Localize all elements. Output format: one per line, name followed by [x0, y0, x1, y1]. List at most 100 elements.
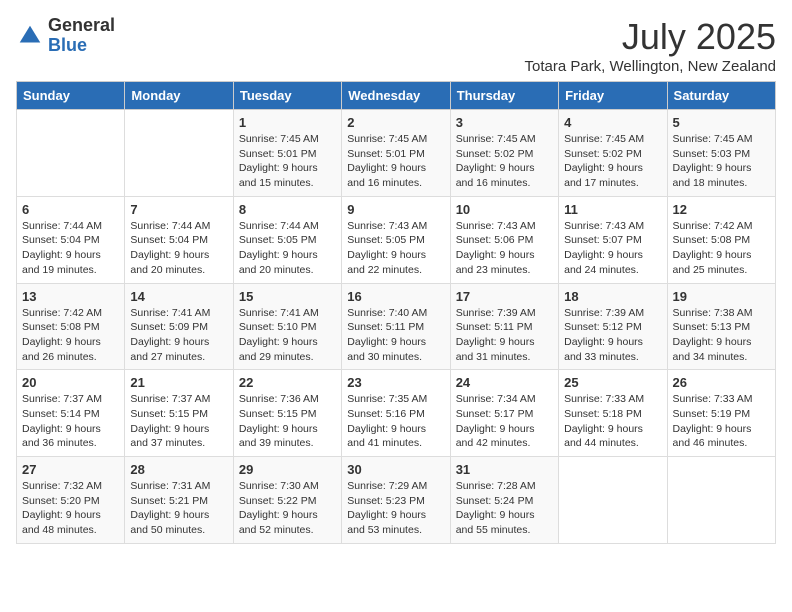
day-number: 17	[456, 289, 553, 304]
day-content: Sunrise: 7:45 AM Sunset: 5:03 PM Dayligh…	[673, 132, 770, 191]
title-block: July 2025 Totara Park, Wellington, New Z…	[524, 16, 776, 75]
calendar-cell: 1 Sunrise: 7:45 AM Sunset: 5:01 PM Daylig…	[233, 110, 341, 197]
day-number: 27	[22, 462, 119, 477]
day-number: 23	[347, 375, 444, 390]
weekday-header: Monday	[125, 82, 233, 110]
day-content: Sunrise: 7:44 AM Sunset: 5:04 PM Dayligh…	[130, 219, 227, 278]
day-content: Sunrise: 7:45 AM Sunset: 5:01 PM Dayligh…	[347, 132, 444, 191]
weekday-header: Wednesday	[342, 82, 450, 110]
day-number: 6	[22, 202, 119, 217]
logo: General Blue	[16, 16, 115, 56]
weekday-header: Tuesday	[233, 82, 341, 110]
day-number: 20	[22, 375, 119, 390]
calendar-cell: 24 Sunrise: 7:34 AM Sunset: 5:17 PM Dayli…	[450, 370, 558, 457]
day-number: 8	[239, 202, 336, 217]
day-content: Sunrise: 7:45 AM Sunset: 5:02 PM Dayligh…	[456, 132, 553, 191]
day-number: 12	[673, 202, 770, 217]
day-content: Sunrise: 7:35 AM Sunset: 5:16 PM Dayligh…	[347, 392, 444, 451]
calendar-cell: 17 Sunrise: 7:39 AM Sunset: 5:11 PM Dayli…	[450, 283, 558, 370]
logo-text: General Blue	[48, 16, 115, 56]
day-number: 1	[239, 115, 336, 130]
day-number: 30	[347, 462, 444, 477]
calendar-cell: 7 Sunrise: 7:44 AM Sunset: 5:04 PM Daylig…	[125, 196, 233, 283]
day-content: Sunrise: 7:34 AM Sunset: 5:17 PM Dayligh…	[456, 392, 553, 451]
calendar-week-row: 13Sunrise: 7:42 AM Sunset: 5:08 PM Dayli…	[17, 283, 776, 370]
day-content: Sunrise: 7:39 AM Sunset: 5:12 PM Dayligh…	[564, 306, 661, 365]
day-content: Sunrise: 7:32 AM Sunset: 5:20 PM Dayligh…	[22, 479, 119, 538]
day-content: Sunrise: 7:30 AM Sunset: 5:22 PM Dayligh…	[239, 479, 336, 538]
day-number: 11	[564, 202, 661, 217]
weekday-header-row: SundayMondayTuesdayWednesdayThursdayFrid…	[17, 82, 776, 110]
calendar-cell: 5Sunrise: 7:45 AM Sunset: 5:03 PM Daylig…	[667, 110, 775, 197]
day-number: 7	[130, 202, 227, 217]
logo-icon	[16, 22, 44, 50]
day-number: 19	[673, 289, 770, 304]
calendar-cell	[125, 110, 233, 197]
calendar-cell: 14Sunrise: 7:41 AM Sunset: 5:09 PM Dayli…	[125, 283, 233, 370]
day-number: 4	[564, 115, 661, 130]
calendar-cell: 22 Sunrise: 7:36 AM Sunset: 5:15 PM Dayli…	[233, 370, 341, 457]
day-content: Sunrise: 7:42 AM Sunset: 5:08 PM Dayligh…	[22, 306, 119, 365]
calendar-cell	[559, 457, 667, 544]
day-number: 31	[456, 462, 553, 477]
day-content: Sunrise: 7:31 AM Sunset: 5:21 PM Dayligh…	[130, 479, 227, 538]
calendar-week-row: 20 Sunrise: 7:37 AM Sunset: 5:14 PM Dayli…	[17, 370, 776, 457]
day-content: Sunrise: 7:43 AM Sunset: 5:07 PM Dayligh…	[564, 219, 661, 278]
month-year-title: July 2025	[524, 16, 776, 58]
logo-blue: Blue	[48, 36, 115, 56]
calendar-cell: 21 Sunrise: 7:37 AM Sunset: 5:15 PM Dayli…	[125, 370, 233, 457]
day-content: Sunrise: 7:38 AM Sunset: 5:13 PM Dayligh…	[673, 306, 770, 365]
day-number: 24	[456, 375, 553, 390]
calendar-cell: 13Sunrise: 7:42 AM Sunset: 5:08 PM Dayli…	[17, 283, 125, 370]
weekday-header: Sunday	[17, 82, 125, 110]
day-number: 16	[347, 289, 444, 304]
calendar-cell: 9 Sunrise: 7:43 AM Sunset: 5:05 PM Daylig…	[342, 196, 450, 283]
calendar-cell: 10 Sunrise: 7:43 AM Sunset: 5:06 PM Dayli…	[450, 196, 558, 283]
day-number: 25	[564, 375, 661, 390]
day-number: 21	[130, 375, 227, 390]
calendar-cell: 19 Sunrise: 7:38 AM Sunset: 5:13 PM Dayli…	[667, 283, 775, 370]
calendar-cell: 23 Sunrise: 7:35 AM Sunset: 5:16 PM Dayli…	[342, 370, 450, 457]
calendar-cell: 8 Sunrise: 7:44 AM Sunset: 5:05 PM Daylig…	[233, 196, 341, 283]
day-number: 2	[347, 115, 444, 130]
day-content: Sunrise: 7:36 AM Sunset: 5:15 PM Dayligh…	[239, 392, 336, 451]
calendar-cell: 15Sunrise: 7:41 AM Sunset: 5:10 PM Dayli…	[233, 283, 341, 370]
calendar-cell: 26Sunrise: 7:33 AM Sunset: 5:19 PM Dayli…	[667, 370, 775, 457]
calendar-cell: 6 Sunrise: 7:44 AM Sunset: 5:04 PM Daylig…	[17, 196, 125, 283]
day-content: Sunrise: 7:43 AM Sunset: 5:06 PM Dayligh…	[456, 219, 553, 278]
day-content: Sunrise: 7:40 AM Sunset: 5:11 PM Dayligh…	[347, 306, 444, 365]
calendar-cell: 27 Sunrise: 7:32 AM Sunset: 5:20 PM Dayli…	[17, 457, 125, 544]
day-number: 15	[239, 289, 336, 304]
day-content: Sunrise: 7:33 AM Sunset: 5:19 PM Dayligh…	[673, 392, 770, 451]
calendar-week-row: 6 Sunrise: 7:44 AM Sunset: 5:04 PM Daylig…	[17, 196, 776, 283]
day-content: Sunrise: 7:42 AM Sunset: 5:08 PM Dayligh…	[673, 219, 770, 278]
day-content: Sunrise: 7:33 AM Sunset: 5:18 PM Dayligh…	[564, 392, 661, 451]
calendar-cell: 28Sunrise: 7:31 AM Sunset: 5:21 PM Dayli…	[125, 457, 233, 544]
day-content: Sunrise: 7:28 AM Sunset: 5:24 PM Dayligh…	[456, 479, 553, 538]
day-content: Sunrise: 7:44 AM Sunset: 5:04 PM Dayligh…	[22, 219, 119, 278]
calendar-week-row: 27 Sunrise: 7:32 AM Sunset: 5:20 PM Dayli…	[17, 457, 776, 544]
day-content: Sunrise: 7:44 AM Sunset: 5:05 PM Dayligh…	[239, 219, 336, 278]
day-number: 10	[456, 202, 553, 217]
page-header: General Blue July 2025 Totara Park, Well…	[16, 16, 776, 75]
calendar-cell: 11 Sunrise: 7:43 AM Sunset: 5:07 PM Dayli…	[559, 196, 667, 283]
weekday-header: Friday	[559, 82, 667, 110]
calendar-cell: 16 Sunrise: 7:40 AM Sunset: 5:11 PM Dayli…	[342, 283, 450, 370]
day-content: Sunrise: 7:37 AM Sunset: 5:14 PM Dayligh…	[22, 392, 119, 451]
weekday-header: Thursday	[450, 82, 558, 110]
calendar-cell: 18Sunrise: 7:39 AM Sunset: 5:12 PM Dayli…	[559, 283, 667, 370]
day-content: Sunrise: 7:37 AM Sunset: 5:15 PM Dayligh…	[130, 392, 227, 451]
calendar-week-row: 1 Sunrise: 7:45 AM Sunset: 5:01 PM Daylig…	[17, 110, 776, 197]
day-content: Sunrise: 7:45 AM Sunset: 5:01 PM Dayligh…	[239, 132, 336, 191]
calendar-table: SundayMondayTuesdayWednesdayThursdayFrid…	[16, 81, 776, 544]
day-number: 9	[347, 202, 444, 217]
logo-general: General	[48, 16, 115, 36]
day-content: Sunrise: 7:29 AM Sunset: 5:23 PM Dayligh…	[347, 479, 444, 538]
day-number: 22	[239, 375, 336, 390]
day-number: 14	[130, 289, 227, 304]
day-content: Sunrise: 7:43 AM Sunset: 5:05 PM Dayligh…	[347, 219, 444, 278]
calendar-cell: 31 Sunrise: 7:28 AM Sunset: 5:24 PM Dayli…	[450, 457, 558, 544]
location-title: Totara Park, Wellington, New Zealand	[524, 58, 776, 75]
calendar-cell: 2 Sunrise: 7:45 AM Sunset: 5:01 PM Daylig…	[342, 110, 450, 197]
day-content: Sunrise: 7:39 AM Sunset: 5:11 PM Dayligh…	[456, 306, 553, 365]
